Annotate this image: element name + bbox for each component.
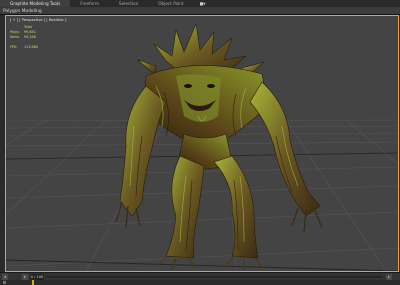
left-arm <box>119 85 167 217</box>
tree-creature-model[interactable] <box>6 16 398 271</box>
tab-freeform[interactable]: Freeform <box>70 0 109 7</box>
ribbon-menu-dropdown-icon[interactable]: ■▾ <box>194 0 212 7</box>
left-leg <box>165 155 205 259</box>
ribbon-panel: Polygon Modeling <box>0 8 400 15</box>
viewport-statistics: Total Polys: 99,641 Verts: 99,346 FPS: 113.… <box>10 25 38 50</box>
perspective-viewport[interactable]: [ + ] [ Perspective ] [ Realistic ] Tota… <box>5 15 399 272</box>
stats-fps-value: 113.680 <box>24 45 39 49</box>
status-bar <box>0 280 400 285</box>
viewport-label-menu[interactable]: [ + ] [ Perspective ] [ Realistic ] <box>10 18 66 22</box>
timeline-bar: ◂ ▸ 0 / 100 ▸ <box>0 272 400 280</box>
status-indicator-icon <box>3 281 6 284</box>
ribbon-tab-bar: Graphite Modeling Tools Freeform Selecti… <box>0 0 400 8</box>
right-leg <box>213 155 259 259</box>
status-accent-marker <box>32 280 34 285</box>
tab-graphite-modeling-tools[interactable]: Graphite Modeling Tools <box>0 0 71 7</box>
time-slider-track[interactable] <box>46 276 382 278</box>
tab-object-paint[interactable]: Object Paint <box>148 0 193 7</box>
stats-verts-value: 99,346 <box>24 35 36 39</box>
right-arm <box>249 81 321 217</box>
stats-fps-label: FPS: <box>10 45 18 49</box>
stats-verts-label: Verts: <box>10 35 20 39</box>
panel-polygon-modeling[interactable]: Polygon Modeling <box>3 8 42 15</box>
tab-selection[interactable]: Selection <box>109 0 148 7</box>
